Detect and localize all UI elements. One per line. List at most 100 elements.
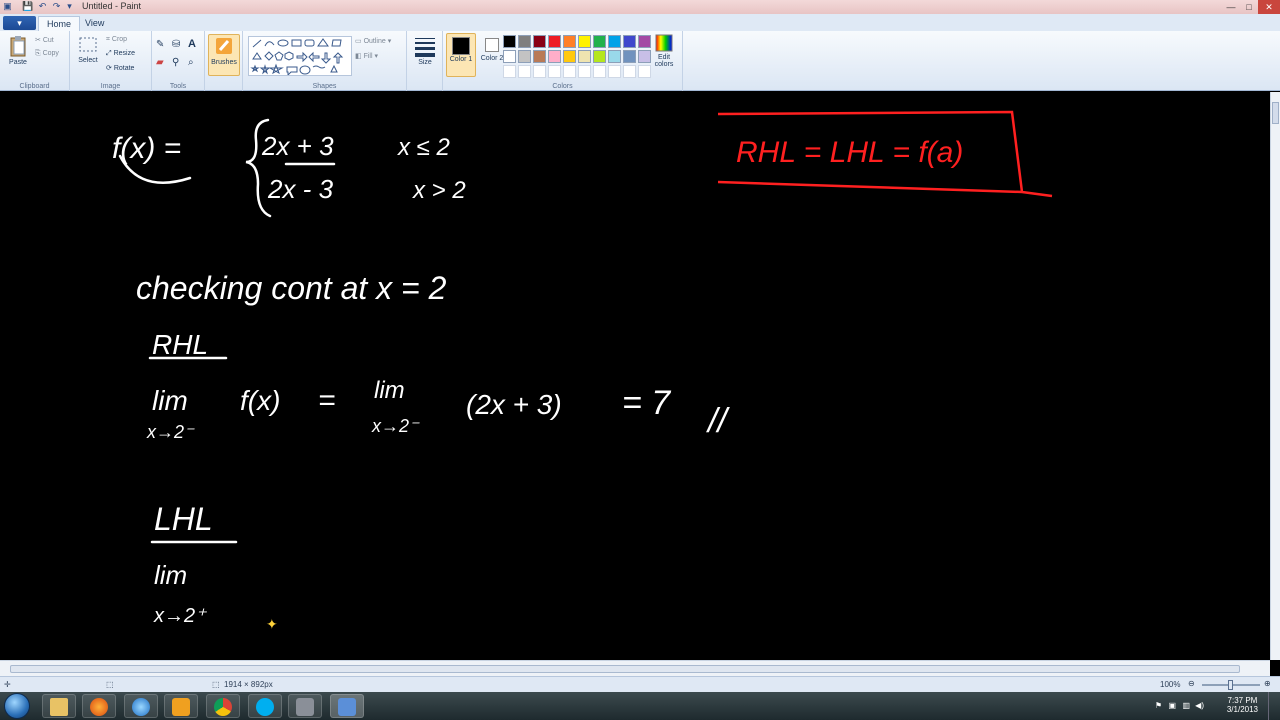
palette-swatch[interactable] [548, 35, 561, 48]
show-desktop-button[interactable] [1268, 692, 1280, 720]
vertical-scrollbar[interactable] [1270, 92, 1280, 660]
magnifier-icon: ⌕ [188, 57, 194, 68]
palette-empty-swatch[interactable] [623, 65, 636, 78]
taskbar-media[interactable] [164, 694, 198, 718]
taskbar-paint[interactable] [330, 694, 364, 718]
palette-swatch[interactable] [533, 50, 546, 63]
zoom-in-button[interactable]: ⊕ [1264, 679, 1271, 688]
crop-label: Crop [111, 36, 128, 43]
taskbar-app[interactable] [288, 694, 322, 718]
minimize-button[interactable]: — [1222, 0, 1240, 14]
palette-swatch[interactable] [608, 50, 621, 63]
tray-volume-icon[interactable]: ◀) [1195, 701, 1204, 710]
outline-dropdown[interactable]: ▭ Outline ▾ [355, 37, 391, 45]
brushes-button[interactable]: Brushes [208, 34, 240, 76]
taskbar-explorer[interactable] [42, 694, 76, 718]
palette-swatch[interactable] [593, 50, 606, 63]
media-player-icon [172, 698, 190, 716]
palette-empty-swatch[interactable] [533, 65, 546, 78]
rotate-button[interactable]: ⟳ Rotate [106, 64, 134, 72]
crop-button[interactable]: ⌗ Crop [106, 36, 127, 44]
palette-empty-swatch[interactable] [593, 65, 606, 78]
redo-icon[interactable]: ↷ [51, 1, 62, 12]
copy-button[interactable]: ⎘ Copy [35, 50, 59, 58]
zoom-slider-thumb[interactable] [1228, 680, 1233, 690]
fill-label: Fill [363, 53, 373, 60]
undo-icon[interactable]: ↶ [37, 1, 48, 12]
pencil-tool[interactable]: ✎ [156, 39, 164, 50]
rhl-done-mark: // [706, 402, 730, 440]
vertical-scroll-thumb[interactable] [1272, 102, 1279, 124]
resize-button[interactable]: ⤢ Resize [106, 50, 135, 58]
taskbar-ie[interactable] [124, 694, 158, 718]
magnifier-tool[interactable]: ⌕ [188, 57, 194, 68]
palette-empty-swatch[interactable] [518, 65, 531, 78]
close-button[interactable]: ✕ [1258, 0, 1280, 14]
horizontal-scroll-thumb[interactable] [10, 665, 1240, 673]
edit-colors-button[interactable]: Edit colors [649, 34, 679, 68]
horizontal-scrollbar[interactable] [0, 660, 1270, 676]
palette-swatch[interactable] [578, 50, 591, 63]
palette-swatch[interactable] [593, 35, 606, 48]
brush-icon [216, 38, 232, 54]
eraser-tool[interactable]: ▰ [156, 57, 164, 68]
palette-empty-swatch[interactable] [608, 65, 621, 78]
select-button[interactable]: Select [74, 35, 102, 64]
fill-dropdown[interactable]: ◧ Fill ▾ [355, 52, 378, 60]
tab-home[interactable]: Home [38, 16, 81, 31]
app-icon [296, 698, 314, 716]
palette-swatch[interactable] [503, 35, 516, 48]
palette-swatch[interactable] [578, 35, 591, 48]
piece2-expression: 2x - 3 [267, 174, 334, 204]
palette-swatch[interactable] [518, 50, 531, 63]
save-icon[interactable]: 💾 [22, 1, 33, 12]
folder-icon [50, 698, 68, 716]
paint-app-icon[interactable]: ▣ [2, 1, 13, 12]
color-picker-tool[interactable]: ⚲ [172, 57, 179, 68]
zoom-slider[interactable] [1202, 680, 1260, 690]
zoom-out-button[interactable]: ⊖ [1188, 679, 1195, 688]
palette-swatch[interactable] [503, 50, 516, 63]
palette-empty-swatch[interactable] [548, 65, 561, 78]
piece1-expression: 2x + 3 [261, 131, 334, 161]
start-button[interactable] [4, 693, 30, 719]
palette-swatch[interactable] [563, 35, 576, 48]
rhl-label: RHL [152, 329, 208, 360]
palette-empty-swatch[interactable] [503, 65, 516, 78]
paint-menu-button[interactable]: ▾ [3, 16, 36, 30]
palette-swatch[interactable] [533, 35, 546, 48]
tray-monitor-icon[interactable]: ▣ [1168, 701, 1176, 710]
brushes-label: Brushes [211, 59, 237, 66]
text-tool[interactable]: A [188, 38, 196, 50]
palette-empty-swatch[interactable] [563, 65, 576, 78]
window-title: Untitled - Paint [82, 1, 142, 11]
maximize-button[interactable]: □ [1240, 0, 1258, 14]
customize-quick-access-icon[interactable]: ▾ [64, 1, 75, 12]
paste-button[interactable]: Paste [4, 35, 32, 66]
color2-button[interactable]: Color 2 [478, 33, 506, 77]
paste-label: Paste [9, 59, 27, 66]
palette-empty-swatch[interactable] [578, 65, 591, 78]
taskbar-skype[interactable] [248, 694, 282, 718]
palette-swatch[interactable] [548, 50, 561, 63]
title-bar: ▣ 💾 ↶ ↷ ▾ Untitled - Paint — □ ✕ [0, 0, 1280, 14]
tray-network-icon[interactable]: ▥ [1182, 701, 1190, 710]
drawing-canvas[interactable]: f(x) = 2x + 3 x ≤ 2 2x - 3 x > 2 checkin… [0, 92, 1270, 660]
tab-view[interactable]: View [77, 16, 112, 31]
taskbar-firefox[interactable] [82, 694, 116, 718]
clock[interactable]: 7:37 PM 3/1/2013 [1227, 696, 1258, 714]
tray-flag-icon[interactable]: ⚑ [1155, 701, 1162, 710]
palette-swatch[interactable] [563, 50, 576, 63]
palette-swatch[interactable] [623, 35, 636, 48]
taskbar-chrome[interactable] [206, 694, 240, 718]
palette-swatch[interactable] [518, 35, 531, 48]
clock-time: 7:37 PM [1227, 696, 1258, 705]
palette-swatch[interactable] [608, 35, 621, 48]
status-bar: ✛ ⬚ ⬚ 1914 × 892px 100% ⊖ ⊕ [0, 676, 1280, 692]
size-button[interactable]: Size [410, 35, 440, 66]
shapes-gallery[interactable] [248, 36, 352, 76]
palette-swatch[interactable] [623, 50, 636, 63]
cut-button[interactable]: ✂ Cut [35, 36, 54, 44]
color1-button[interactable]: Color 1 [446, 33, 476, 77]
fill-tool[interactable]: ⛁ [172, 39, 180, 50]
